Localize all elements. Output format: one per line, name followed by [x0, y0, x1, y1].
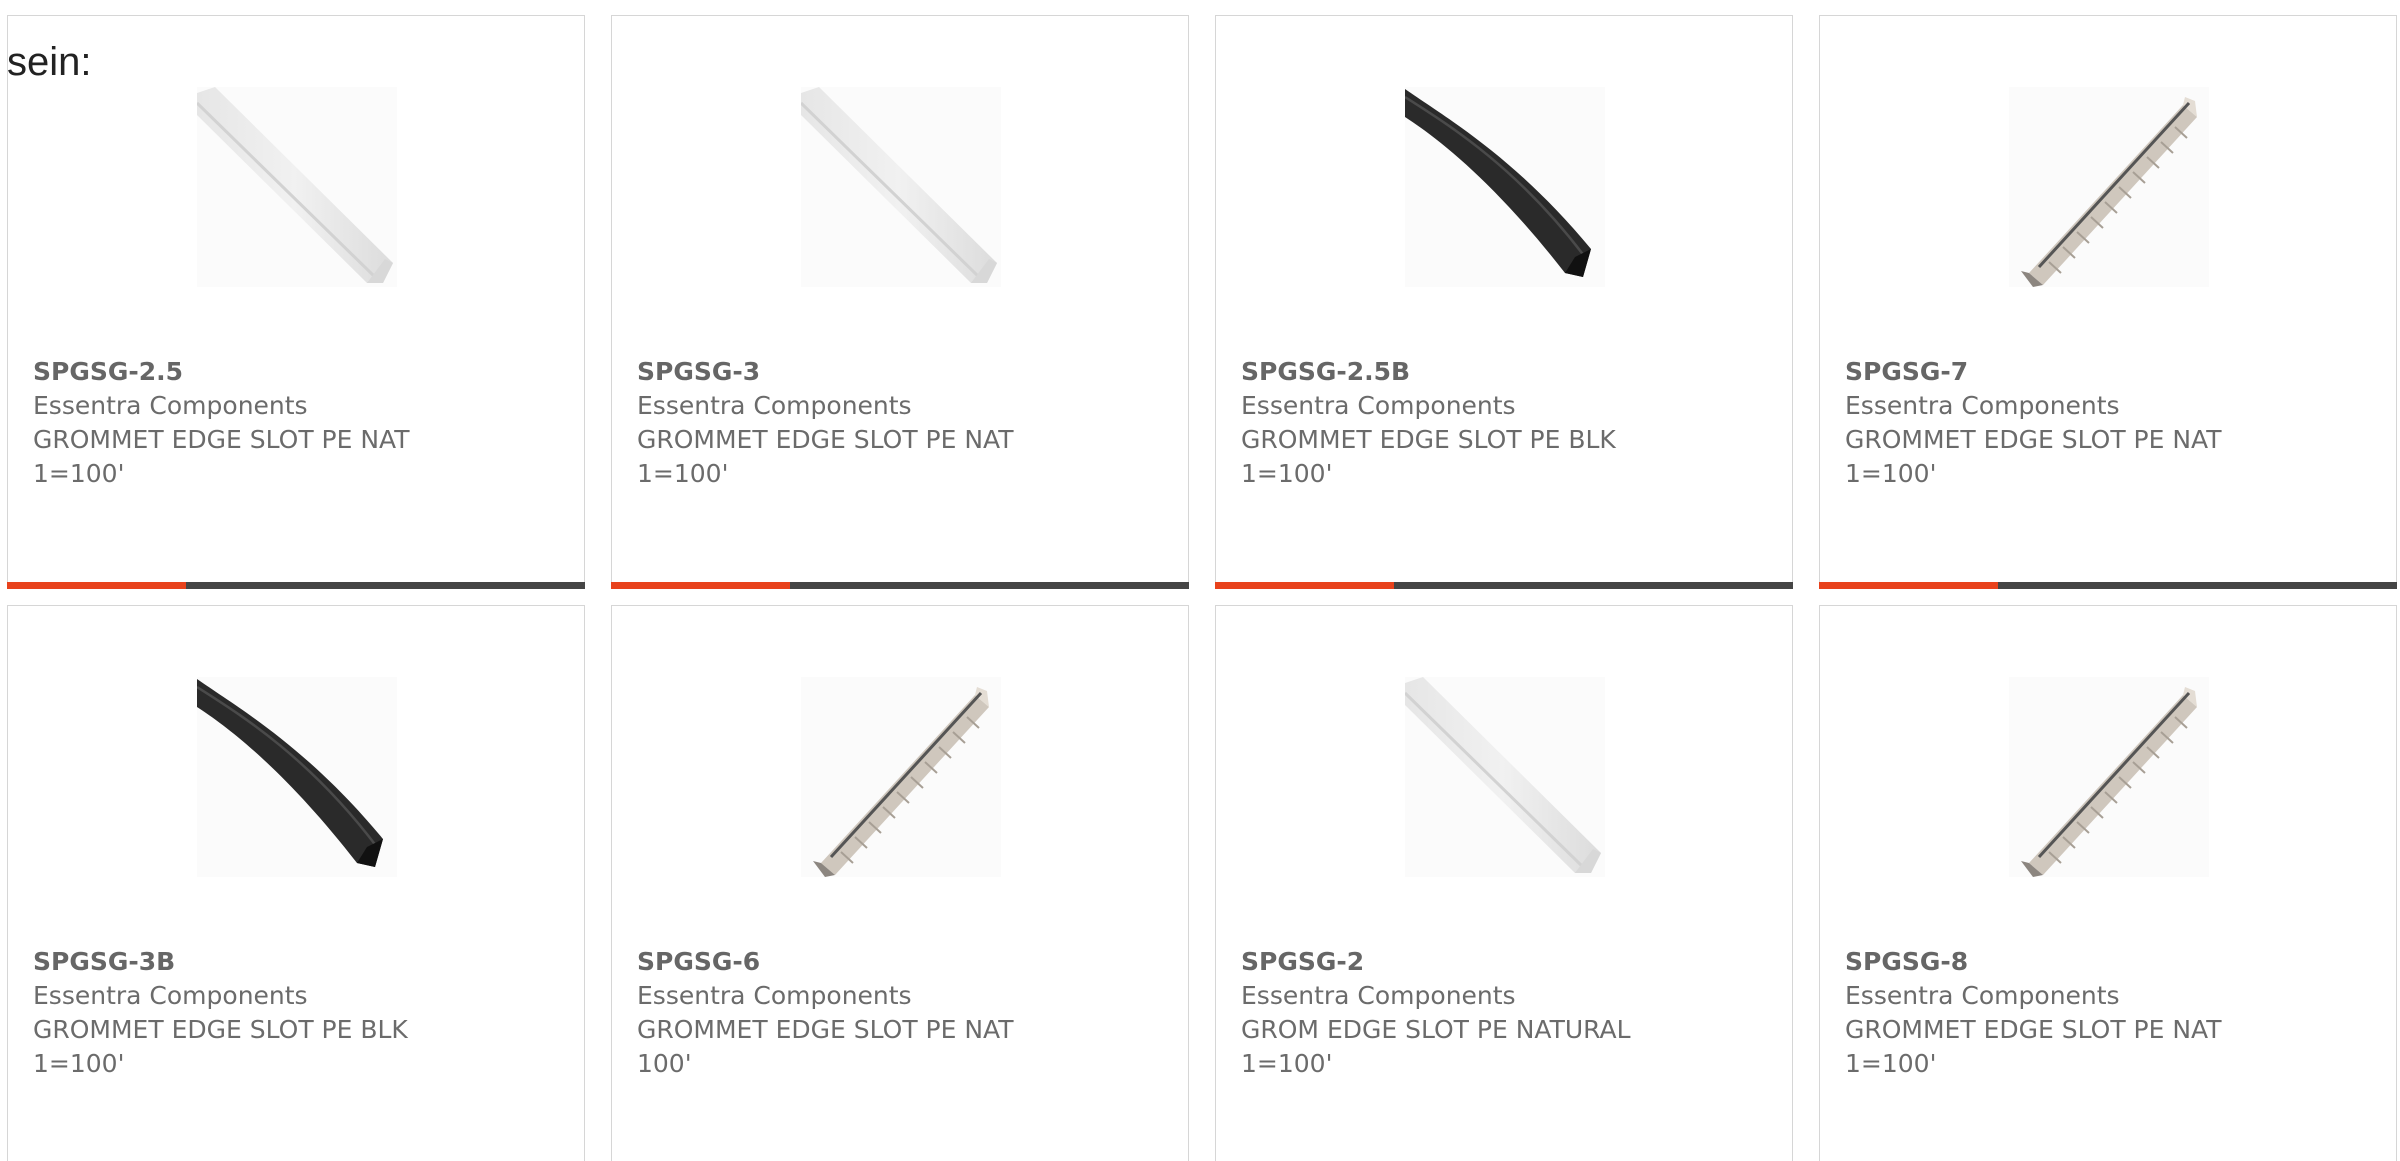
progress-fill: [611, 582, 791, 589]
progress-bar: [611, 582, 1189, 589]
description: GROMMET EDGE SLOT PE NAT: [33, 425, 410, 454]
manufacturer: Essentra Components: [637, 981, 912, 1010]
manufacturer: Essentra Components: [1845, 981, 2120, 1010]
product-card[interactable]: SPGSG-8 Essentra Components GROMMET EDGE…: [1819, 605, 2397, 1161]
manufacturer: Essentra Components: [1845, 391, 2120, 420]
product-info: SPGSG-3B Essentra Components GROMMET EDG…: [33, 945, 564, 1081]
progress-bar: [1819, 582, 2397, 589]
progress-fill: [1215, 582, 1395, 589]
packaging: 1=100': [637, 459, 729, 488]
part-number-link[interactable]: SPGSG-3: [637, 355, 1168, 389]
ribbed-grommet-strip-icon[interactable]: [2009, 677, 2209, 877]
packaging: 1=100': [33, 1049, 125, 1078]
product-card[interactable]: SPGSG-3 Essentra Components GROMMET EDGE…: [611, 15, 1189, 589]
manufacturer: Essentra Components: [637, 391, 912, 420]
product-grid-page: sein: SPGSG-2.5 Essentra Components GROM…: [0, 0, 2400, 1161]
progress-bar: [7, 582, 585, 589]
product-card[interactable]: SPGSG-6 Essentra Components GROMMET EDGE…: [611, 605, 1189, 1161]
product-grid: SPGSG-2.5 Essentra Components GROMMET ED…: [0, 0, 2400, 1161]
natural-grommet-strip-icon[interactable]: [1405, 677, 1605, 877]
manufacturer: Essentra Components: [33, 391, 308, 420]
description: GROMMET EDGE SLOT PE NAT: [1845, 1015, 2222, 1044]
packaging: 1=100': [1845, 459, 1937, 488]
progress-fill: [1819, 582, 1999, 589]
description: GROM EDGE SLOT PE NATURAL: [1241, 1015, 1631, 1044]
product-info: SPGSG-7 Essentra Components GROMMET EDGE…: [1845, 355, 2376, 491]
description: GROMMET EDGE SLOT PE NAT: [637, 425, 1014, 454]
black-grommet-strip-icon[interactable]: [197, 677, 397, 877]
ribbed-grommet-strip-icon[interactable]: [801, 677, 1001, 877]
part-number-link[interactable]: SPGSG-2.5B: [1241, 355, 1772, 389]
packaging: 1=100': [1241, 459, 1333, 488]
part-number-link[interactable]: SPGSG-6: [637, 945, 1168, 979]
natural-grommet-strip-icon[interactable]: [197, 87, 397, 287]
part-number-link[interactable]: SPGSG-2.5: [33, 355, 564, 389]
description: GROMMET EDGE SLOT PE BLK: [1241, 425, 1616, 454]
product-card[interactable]: SPGSG-2 Essentra Components GROM EDGE SL…: [1215, 605, 1793, 1161]
packaging: 1=100': [1241, 1049, 1333, 1078]
product-card[interactable]: SPGSG-3B Essentra Components GROMMET EDG…: [7, 605, 585, 1161]
progress-bar: [1215, 582, 1793, 589]
packaging: 1=100': [1845, 1049, 1937, 1078]
packaging: 100': [637, 1049, 692, 1078]
packaging: 1=100': [33, 459, 125, 488]
product-card[interactable]: SPGSG-2.5B Essentra Components GROMMET E…: [1215, 15, 1793, 589]
product-info: SPGSG-3 Essentra Components GROMMET EDGE…: [637, 355, 1168, 491]
description: GROMMET EDGE SLOT PE BLK: [33, 1015, 408, 1044]
product-card[interactable]: SPGSG-2.5 Essentra Components GROMMET ED…: [7, 15, 585, 589]
black-grommet-strip-icon[interactable]: [1405, 87, 1605, 287]
product-info: SPGSG-8 Essentra Components GROMMET EDGE…: [1845, 945, 2376, 1081]
product-info: SPGSG-6 Essentra Components GROMMET EDGE…: [637, 945, 1168, 1081]
product-info: SPGSG-2.5 Essentra Components GROMMET ED…: [33, 355, 564, 491]
progress-fill: [7, 582, 187, 589]
part-number-link[interactable]: SPGSG-7: [1845, 355, 2376, 389]
product-info: SPGSG-2 Essentra Components GROM EDGE SL…: [1241, 945, 1772, 1081]
manufacturer: Essentra Components: [1241, 391, 1516, 420]
part-number-link[interactable]: SPGSG-8: [1845, 945, 2376, 979]
description: GROMMET EDGE SLOT PE NAT: [637, 1015, 1014, 1044]
part-number-link[interactable]: SPGSG-2: [1241, 945, 1772, 979]
manufacturer: Essentra Components: [1241, 981, 1516, 1010]
product-card[interactable]: SPGSG-7 Essentra Components GROMMET EDGE…: [1819, 15, 2397, 589]
product-info: SPGSG-2.5B Essentra Components GROMMET E…: [1241, 355, 1772, 491]
manufacturer: Essentra Components: [33, 981, 308, 1010]
ribbed-grommet-strip-icon[interactable]: [2009, 87, 2209, 287]
page-text-fragment: sein:: [7, 40, 92, 84]
description: GROMMET EDGE SLOT PE NAT: [1845, 425, 2222, 454]
part-number-link[interactable]: SPGSG-3B: [33, 945, 564, 979]
natural-grommet-strip-icon[interactable]: [801, 87, 1001, 287]
